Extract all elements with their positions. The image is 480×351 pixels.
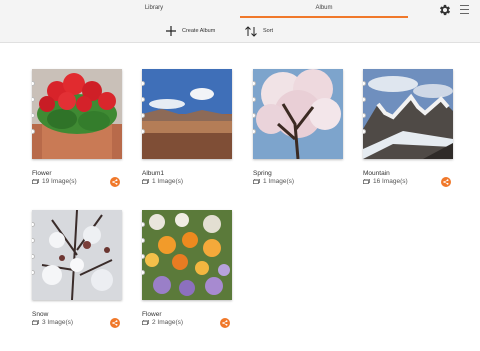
album-card[interactable]: Spring 1 Image(s) — [253, 69, 345, 189]
album-count-label: 2 Image(s) — [152, 319, 184, 326]
share-icon — [443, 179, 449, 185]
album-cover-image — [32, 69, 122, 159]
top-tab-bar: Library Album — [0, 0, 480, 19]
album-cover-image — [32, 210, 122, 300]
album-name: Spring — [253, 170, 272, 177]
share-button[interactable] — [441, 177, 451, 187]
binder-rings — [142, 81, 146, 147]
album-name: Snow — [32, 311, 49, 318]
share-icon — [222, 320, 228, 326]
album-image-count: 2 Image(s) — [142, 319, 183, 326]
images-icon — [32, 320, 39, 325]
album-cover-image — [142, 210, 232, 300]
images-icon — [142, 179, 149, 184]
album-image-count: 19 Image(s) — [32, 178, 77, 185]
share-button[interactable] — [110, 318, 120, 328]
album-name: Flower — [142, 311, 162, 318]
album-image-count: 1 Image(s) — [253, 178, 294, 185]
album-image-count: 3 Image(s) — [32, 319, 73, 326]
images-icon — [32, 179, 39, 184]
binder-rings — [142, 222, 146, 288]
hamburger-menu-icon — [460, 5, 470, 14]
images-icon — [363, 179, 370, 184]
plus-icon — [166, 26, 176, 36]
share-icon — [112, 320, 118, 326]
album-count-label: 1 Image(s) — [263, 178, 295, 185]
images-icon — [142, 320, 149, 325]
share-button[interactable] — [110, 177, 120, 187]
album-card[interactable]: Mountain 16 Image(s) — [363, 69, 455, 189]
album-card[interactable]: Flower 19 Image(s) — [32, 69, 124, 189]
menu-button[interactable] — [460, 5, 470, 14]
album-card[interactable]: Album1 1 Image(s) — [142, 69, 234, 189]
album-name: Flower — [32, 170, 52, 177]
album-cover-image — [363, 69, 453, 159]
album-toolbar: Create Album Sort — [0, 19, 480, 43]
create-album-button[interactable]: Create Album — [166, 19, 215, 43]
create-album-label: Create Album — [182, 28, 216, 34]
album-cover-image — [142, 69, 232, 159]
album-count-label: 19 Image(s) — [42, 178, 77, 185]
binder-rings — [32, 81, 36, 147]
sort-button[interactable]: Sort — [245, 19, 273, 43]
album-card[interactable]: Flower 2 Image(s) — [142, 210, 234, 330]
album-cover-image — [253, 69, 343, 159]
binder-rings — [32, 222, 36, 288]
album-card[interactable]: Snow 3 Image(s) — [32, 210, 124, 330]
album-image-count: 1 Image(s) — [142, 178, 183, 185]
sort-arrows-icon — [245, 25, 257, 37]
tab-library[interactable]: Library — [69, 0, 239, 19]
album-count-label: 16 Image(s) — [373, 178, 408, 185]
album-image-count: 16 Image(s) — [363, 178, 408, 185]
binder-rings — [253, 81, 257, 147]
album-name: Mountain — [363, 170, 390, 177]
share-icon — [112, 179, 118, 185]
album-count-label: 1 Image(s) — [152, 178, 184, 185]
gear-icon — [439, 4, 451, 16]
settings-button[interactable] — [438, 3, 452, 17]
binder-rings — [363, 81, 367, 147]
album-name: Album1 — [142, 170, 165, 177]
album-count-label: 3 Image(s) — [42, 319, 74, 326]
active-tab-indicator — [240, 16, 408, 18]
sort-label: Sort — [263, 28, 274, 34]
share-button[interactable] — [220, 318, 230, 328]
images-icon — [253, 179, 260, 184]
